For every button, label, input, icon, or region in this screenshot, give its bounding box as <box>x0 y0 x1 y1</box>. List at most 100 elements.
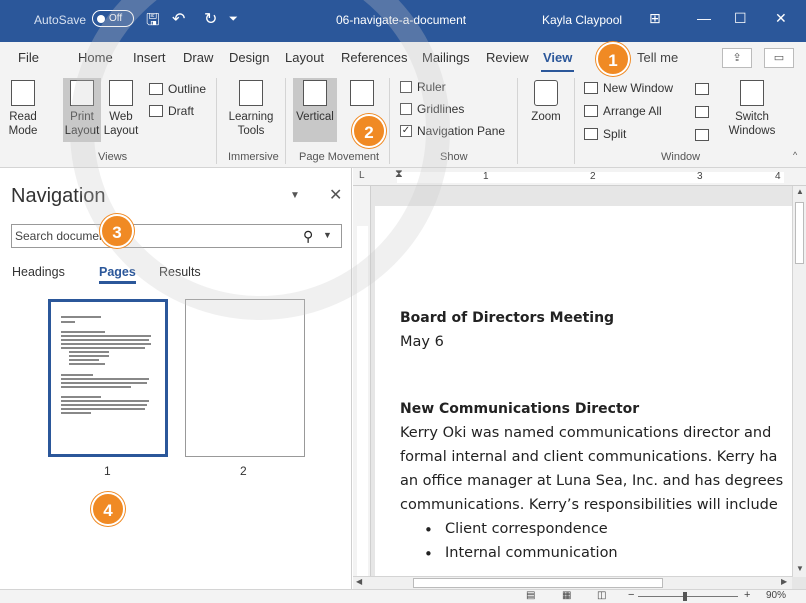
magnifier-icon <box>534 80 558 106</box>
search-document-input[interactable]: Search document <box>11 224 342 248</box>
tab-review[interactable]: Review <box>486 50 529 65</box>
vertical-scrollbar[interactable]: ▲ ▼ <box>792 186 806 577</box>
scroll-right-icon[interactable]: ▶ <box>781 577 787 586</box>
page-thumbnail-1[interactable] <box>48 299 168 457</box>
navigation-title: Navigation <box>11 185 106 207</box>
tab-insert[interactable]: Insert <box>133 50 166 65</box>
tab-mailings[interactable]: Mailings <box>422 50 470 65</box>
search-icon[interactable]: ⚲ <box>303 228 313 245</box>
horizontal-ruler[interactable]: L ⧗ 1 2 3 4 <box>353 168 806 186</box>
close-pane-icon[interactable]: ✕ <box>329 185 342 205</box>
ruler-number: 4 <box>775 171 781 182</box>
pane-options-icon[interactable]: ▼ <box>290 190 300 201</box>
maximize-icon[interactable]: ☐ <box>734 10 747 27</box>
search-options-icon[interactable]: ▼ <box>323 230 332 240</box>
read-mode-view-icon[interactable]: ▤ <box>526 590 535 601</box>
learning-tools-button[interactable]: Learning Tools <box>226 80 276 138</box>
customize-qat-icon[interactable]: ⏷ <box>229 13 238 26</box>
read-mode-button[interactable]: Read Mode <box>6 80 40 138</box>
step-callout-2: 2 <box>352 114 386 148</box>
zoom-level[interactable]: 90% <box>766 590 786 601</box>
ribbon-display-icon[interactable]: ⊞ <box>649 10 661 27</box>
vertical-button[interactable]: Vertical <box>293 78 337 142</box>
tab-file[interactable]: File <box>18 50 39 65</box>
separator <box>216 78 217 164</box>
comments-button[interactable]: ▭ <box>764 48 794 68</box>
redo-icon[interactable]: ↻ <box>204 9 217 29</box>
separator <box>389 78 390 164</box>
zoom-out-icon[interactable]: − <box>628 589 634 601</box>
arrange-all-icon <box>584 105 598 117</box>
read-mode-label: Read Mode <box>8 111 38 137</box>
user-name[interactable]: Kayla Claypool <box>542 13 622 27</box>
page-movement-group-label: Page Movement <box>299 151 380 163</box>
save-icon[interactable]: 🖫 <box>146 9 160 36</box>
tab-pages[interactable]: Pages <box>99 265 136 284</box>
horizontal-scrollbar[interactable]: ◀ ▶ <box>353 576 792 589</box>
vertical-ruler[interactable] <box>353 186 371 580</box>
collapse-ribbon-icon[interactable]: ^ <box>793 150 797 160</box>
zoom-in-icon[interactable]: + <box>744 589 750 601</box>
tab-headings[interactable]: Headings <box>12 265 65 279</box>
side-to-side-button[interactable] <box>344 80 380 110</box>
web-layout-view-icon[interactable]: ◫ <box>597 590 606 601</box>
close-window-icon[interactable]: ✕ <box>775 10 787 27</box>
tab-design[interactable]: Design <box>229 50 269 65</box>
ruler-number: 1 <box>483 171 489 182</box>
print-layout-view-icon[interactable]: ▦ <box>562 590 571 601</box>
document-page[interactable]: Board of Directors Meeting May 6 New Com… <box>375 206 793 576</box>
undo-icon[interactable]: ↶ <box>172 9 185 29</box>
new-window-button[interactable]: New Window <box>584 81 673 95</box>
draft-button[interactable]: Draft <box>149 104 194 118</box>
tell-me-box[interactable]: Tell me <box>637 50 678 65</box>
separator <box>517 78 518 164</box>
new-window-label: New Window <box>603 81 674 95</box>
new-window-icon <box>584 82 598 94</box>
scroll-thumb[interactable] <box>795 202 804 264</box>
navigation-pane-label: Navigation Pane <box>417 124 506 138</box>
zoom-slider[interactable] <box>638 596 738 597</box>
ruler-check-icon[interactable] <box>400 81 412 93</box>
ruler-checkbox[interactable]: Ruler <box>400 80 446 94</box>
ribbon: Read Mode Print Layout Web Layout Outlin… <box>0 74 806 168</box>
tab-draw[interactable]: Draw <box>183 50 213 65</box>
horizontal-scroll-thumb[interactable] <box>413 578 663 588</box>
reset-window-position-icon[interactable] <box>695 129 709 141</box>
gridlines-checkbox[interactable]: Gridlines <box>400 102 464 116</box>
ruler-number: 3 <box>697 171 703 182</box>
indent-marker-icon[interactable]: ⧗ <box>395 168 403 181</box>
synchronous-scrolling-icon[interactable] <box>695 106 709 118</box>
autosave-toggle[interactable]: Off <box>92 10 134 27</box>
document-subheading: New Communications Director <box>400 401 640 417</box>
bullet-item: Client correspondence <box>424 521 608 539</box>
switch-windows-button[interactable]: Switch Windows <box>723 80 781 138</box>
page-thumbnail-2[interactable] <box>185 299 305 457</box>
tab-view[interactable]: View <box>540 50 575 72</box>
web-layout-button[interactable]: Web Layout <box>103 80 139 138</box>
scroll-up-icon[interactable]: ▲ <box>796 187 804 196</box>
navigation-pane: Navigation ▼ ✕ Search document ⚲ ▼ Headi… <box>0 168 352 589</box>
split-button[interactable]: Split <box>584 127 626 141</box>
document-title: 06-navigate-a-document <box>336 13 467 27</box>
tab-selector-icon[interactable]: L <box>359 170 365 181</box>
navigation-pane-checkbox[interactable]: ✓ Navigation Pane <box>400 124 505 138</box>
tab-home[interactable]: Home <box>78 50 113 65</box>
view-side-by-side-icon[interactable] <box>695 83 709 95</box>
gridlines-check-icon[interactable] <box>400 103 412 115</box>
outline-button[interactable]: Outline <box>149 82 206 96</box>
minimize-icon[interactable]: — <box>697 10 711 26</box>
print-layout-button[interactable]: Print Layout <box>63 78 101 142</box>
arrange-all-button[interactable]: Arrange All <box>584 104 662 118</box>
tab-results[interactable]: Results <box>159 265 201 279</box>
window-group-label: Window <box>661 151 701 163</box>
scroll-left-icon[interactable]: ◀ <box>356 577 362 586</box>
zoom-button[interactable]: Zoom <box>526 80 566 124</box>
scroll-down-icon[interactable]: ▼ <box>796 564 804 573</box>
checkmark-icon[interactable]: ✓ <box>400 125 412 137</box>
draft-icon <box>149 105 163 117</box>
tab-references[interactable]: References <box>341 50 407 65</box>
zoom-slider-knob[interactable] <box>683 592 687 601</box>
tab-layout[interactable]: Layout <box>285 50 324 65</box>
share-button[interactable]: ⇪ <box>722 48 752 68</box>
draft-label: Draft <box>168 104 195 118</box>
